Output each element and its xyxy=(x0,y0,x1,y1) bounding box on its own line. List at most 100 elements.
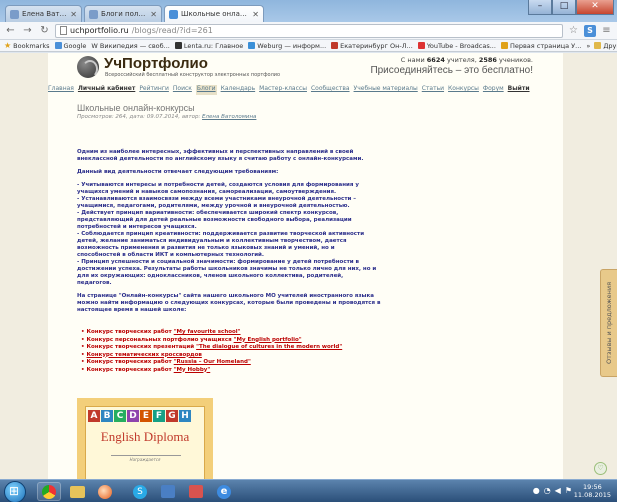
tab-blog[interactable]: Елена Ватоломина | Блог ✕ xyxy=(5,5,82,22)
media-icon[interactable] xyxy=(156,482,180,501)
contest-link[interactable]: "The dialogue of cultures in the modern … xyxy=(196,344,342,352)
nav-search[interactable]: Поиск xyxy=(173,85,192,95)
paragraph-line: - Соблюдается принцип креативности: подд… xyxy=(77,231,365,237)
bookmark-weburg[interactable]: Weburg — информ... xyxy=(248,42,326,50)
flag-icon[interactable]: ⚑ xyxy=(565,486,572,495)
nav-blogs[interactable]: Блоги xyxy=(195,85,217,95)
maximize-icon[interactable]: □ xyxy=(552,0,576,15)
extension-icon[interactable]: S xyxy=(584,24,596,37)
contest-link[interactable]: "My English portfolio" xyxy=(234,337,302,345)
nav-masterclasses[interactable]: Мастер-классы xyxy=(259,85,307,95)
logo-title[interactable]: УчПортфолио xyxy=(104,55,208,72)
other-bookmarks[interactable]: Другие закладки xyxy=(594,42,617,50)
clock-time: 19:56 xyxy=(583,483,602,491)
reload-icon[interactable]: ↻ xyxy=(38,24,51,37)
contest-link[interactable]: "My Hobby" xyxy=(174,367,211,375)
main-nav: Главная Личный кабинет Рейтинги Поиск Бл… xyxy=(48,85,563,95)
contest-text: Конкурс творческих работ xyxy=(86,359,172,365)
ie-icon[interactable]: e xyxy=(212,482,236,501)
close-window-icon[interactable]: ✕ xyxy=(576,0,614,15)
contest-item: • Конкурс творческих работ "My Hobby" xyxy=(81,367,342,375)
network-icon[interactable]: ◔ xyxy=(544,486,551,495)
contest-item: • Конкурс творческих работ "My favourite s… xyxy=(81,329,342,337)
nav-communities[interactable]: Сообщества xyxy=(311,85,350,95)
star-icon[interactable]: ☆ xyxy=(567,24,580,37)
bookmark-first-page[interactable]: Первая страница У... xyxy=(500,42,581,50)
favicon-icon xyxy=(10,9,19,19)
language-icon[interactable]: ● xyxy=(533,486,540,495)
explorer-icon[interactable] xyxy=(65,482,89,501)
article-author-link[interactable]: Елена Ватоломина xyxy=(202,114,256,120)
bookmarks-bar: ★ Bookmarks Google W Википедия — своб... … xyxy=(0,40,617,52)
bookmark-ekb[interactable]: Екатеринбург Он-Л... xyxy=(331,42,413,50)
contest-link[interactable]: "Russia – Our Homeland" xyxy=(174,359,251,367)
bookmark-label: Lenta.ru: Главное xyxy=(183,41,244,50)
back-icon[interactable]: ← xyxy=(4,24,17,37)
feedback-tab[interactable]: Отзывы и предложения xyxy=(600,269,617,377)
nav-cabinet[interactable]: Личный кабинет xyxy=(78,85,135,95)
forward-icon[interactable]: → xyxy=(21,24,34,37)
paragraph-line: Данный вид деятельности отвечает следующ… xyxy=(77,169,279,175)
paint-icon[interactable] xyxy=(184,482,208,501)
window-controls: – □ ✕ xyxy=(528,0,614,15)
paragraph-line: детей, желание заниматься индивидуальным… xyxy=(77,238,347,244)
first-page-icon xyxy=(500,42,508,49)
contest-link[interactable]: "My favourite school" xyxy=(174,329,241,337)
bookmark-label: YouTube - Broadcas... xyxy=(426,41,496,50)
join-link[interactable]: Присоединяйтесь – это бесплатно! xyxy=(348,65,533,76)
skype-icon[interactable]: S xyxy=(128,482,152,501)
bookmark-label: Google xyxy=(63,41,87,50)
close-icon[interactable]: ✕ xyxy=(252,10,259,19)
bookmark-google[interactable]: Google xyxy=(54,41,87,50)
minimize-icon[interactable]: – xyxy=(528,0,552,15)
firefox-icon[interactable] xyxy=(93,482,117,501)
menu-icon[interactable]: ≡ xyxy=(600,24,613,37)
bookmark-lenta[interactable]: Lenta.ru: Главное xyxy=(174,41,244,50)
diploma-letter: H xyxy=(179,410,191,422)
site-container: УчПортфолио Всероссийский бесплатный кон… xyxy=(48,53,563,479)
nav-logout[interactable]: Выйти xyxy=(508,85,530,95)
browser-toolbar: ← → ↻ uchportfolio.ru/blogs/read/?id=261… xyxy=(0,22,617,40)
contest-item: • Конкурс тематических кроссвордов xyxy=(81,352,342,360)
nav-articles[interactable]: Статьи xyxy=(422,85,444,95)
tab-online-contests[interactable]: Школьные онлайн-конк ✕ xyxy=(164,5,264,22)
close-icon[interactable]: ✕ xyxy=(70,10,77,19)
nav-calendar[interactable]: Календарь xyxy=(221,85,256,95)
clock-date: 11.08.2015 xyxy=(573,491,611,499)
nav-forum[interactable]: Форум xyxy=(483,85,504,95)
paragraph-line: потребностей и интересов учащихся. xyxy=(77,224,197,230)
bullet-icon: • xyxy=(81,366,85,373)
logo-globe-icon[interactable] xyxy=(77,56,99,78)
site-stats: С нами 6624 учителя, 2586 учеников. xyxy=(383,56,533,64)
tab-title: Школьные онлайн-конк xyxy=(181,10,249,18)
scroll-top-icon[interactable]: ♡ xyxy=(594,462,607,475)
close-icon[interactable]: ✕ xyxy=(150,10,157,19)
start-button[interactable] xyxy=(4,481,26,502)
bookmark-label: W Википедия — своб... xyxy=(91,41,170,50)
article-paragraph: На странице "Онлайн-конкурсы" сайта наше… xyxy=(77,293,382,314)
bookmark-bookmarks[interactable]: ★ Bookmarks xyxy=(4,41,50,50)
address-bar[interactable]: uchportfolio.ru/blogs/read/?id=261 xyxy=(55,23,563,38)
chrome-icon[interactable] xyxy=(37,482,61,501)
bullet-icon: • xyxy=(81,351,85,358)
diploma-card: ABCDEFGH English Diploma Награждается xyxy=(85,406,205,479)
nav-home[interactable]: Главная xyxy=(48,85,74,95)
contest-text: Конкурс творческих работ xyxy=(86,366,172,373)
nav-contests[interactable]: Конкурсы xyxy=(448,85,479,95)
nav-materials[interactable]: Учебные материалы xyxy=(354,85,418,95)
tab-user-blogs[interactable]: Блоги пользователя | Бл ✕ xyxy=(84,5,162,22)
paragraph-line: способностей в области ИКТ и компьютерны… xyxy=(77,252,264,258)
volume-icon[interactable]: ◀ xyxy=(555,486,561,495)
bookmark-youtube[interactable]: YouTube - Broadcas... xyxy=(417,41,496,50)
bookmark-label: Екатеринбург Он-Л... xyxy=(340,41,413,50)
nav-ratings[interactable]: Рейтинги xyxy=(139,85,169,95)
page-viewport: УчПортфолио Всероссийский бесплатный кон… xyxy=(0,53,617,479)
page-icon xyxy=(60,26,67,35)
diploma-title: English Diploma xyxy=(100,429,190,444)
diploma-letter: F xyxy=(153,410,165,422)
more-bookmarks-button[interactable]: » xyxy=(586,42,590,50)
contest-link[interactable]: Конкурс тематических кроссвордов xyxy=(87,352,202,360)
paragraph-line: - Принцип успешности и социальной значим… xyxy=(77,259,360,265)
bookmark-wikipedia[interactable]: W Википедия — своб... xyxy=(91,42,169,50)
clock[interactable]: 19:56 11.08.2015 xyxy=(574,483,611,499)
